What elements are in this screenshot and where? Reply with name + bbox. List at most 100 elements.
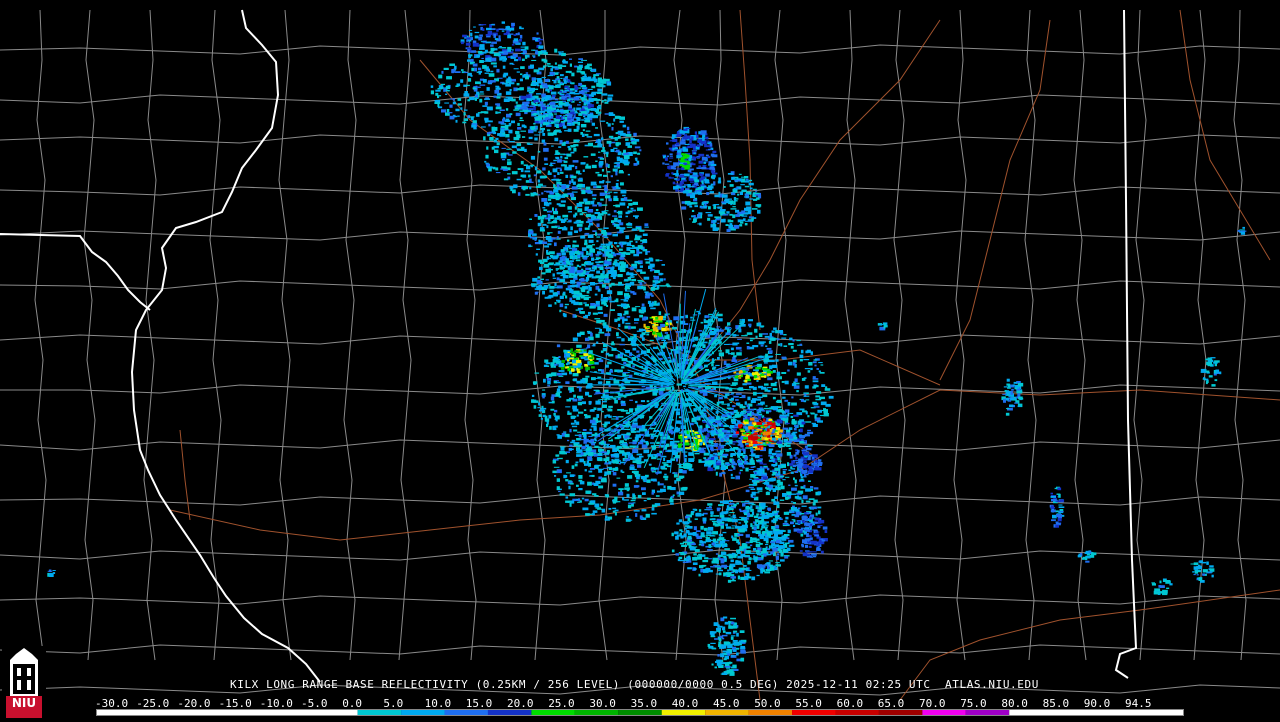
echo-pixel [621, 366, 625, 369]
echo-pixel [572, 181, 576, 185]
echo-pixel [587, 344, 591, 349]
echo-pixel [721, 429, 728, 433]
echo-pixel [661, 467, 667, 470]
echo-pixel [743, 457, 748, 460]
echo-pixel [656, 453, 661, 457]
echo-pixel [771, 459, 775, 461]
echo-pixel [809, 412, 815, 414]
echo-pixel [734, 180, 740, 182]
echo-pixel [641, 280, 645, 283]
echo-pixel [564, 303, 569, 306]
echo-pixel [618, 488, 624, 490]
echo-pixel [598, 369, 602, 372]
echo-pixel [684, 154, 690, 158]
echo-pixel [732, 435, 738, 438]
echo-pixel [528, 233, 531, 238]
echo-pixel [522, 136, 526, 138]
echo-pixel [762, 410, 766, 412]
echo-pixel [723, 418, 727, 422]
echo-pixel [533, 107, 536, 111]
echo-pixel [581, 401, 586, 405]
echo-pixel [550, 162, 553, 167]
echo-pixel [556, 388, 561, 392]
echo-pixel [520, 27, 524, 30]
echo-pixel [698, 165, 702, 168]
echo-pixel [507, 25, 510, 30]
echo-pixel [624, 483, 629, 487]
echo-pixel [625, 211, 629, 215]
echo-pixel [577, 61, 583, 63]
echo-pixel [728, 388, 733, 392]
echo-pixel [584, 414, 588, 417]
echo-pixel [684, 458, 687, 463]
echo-pixel [632, 347, 637, 351]
echo-pixel [444, 102, 450, 104]
echo-pixel [577, 66, 583, 70]
echo-pixel [782, 427, 789, 430]
echo-pixel [571, 465, 575, 469]
echo-pixel [584, 73, 587, 77]
echo-pixel [631, 307, 637, 312]
echo-pixel [628, 502, 634, 504]
echo-pixel [745, 467, 749, 472]
echo-pixel [622, 320, 625, 324]
echo-pixel [630, 142, 635, 144]
echo-pixel [710, 388, 715, 391]
echo-pixel [621, 386, 625, 390]
echo-pixel [548, 194, 553, 198]
echo-pixel [541, 128, 544, 133]
echo-pixel [705, 212, 712, 214]
echo-pixel [662, 318, 666, 321]
echo-pixel [768, 454, 772, 457]
echo-pixel [577, 104, 581, 106]
echo-pixel [468, 29, 473, 31]
echo-pixel [600, 252, 603, 254]
echo-pixel [606, 153, 609, 158]
echo-pixel [707, 217, 711, 221]
echo-pixel [674, 480, 677, 484]
echo-pixel [576, 414, 579, 417]
echo-pixel [547, 210, 553, 213]
echo-pixel [583, 302, 587, 304]
echo-pixel [556, 478, 560, 482]
echo-pixel [604, 184, 607, 189]
echo-pixel [722, 214, 729, 216]
echo-pixel [613, 284, 620, 286]
echo-pixel [590, 214, 595, 217]
echo-pixel [625, 322, 631, 325]
echo-pixel [554, 137, 559, 142]
echo-pixel [561, 185, 567, 189]
echo-pixel [683, 128, 688, 131]
echo-pixel [570, 118, 574, 122]
echo-pixel [561, 255, 566, 260]
echo-pixel [756, 409, 760, 412]
echo-pixel [559, 110, 565, 113]
echo-pixel [632, 460, 639, 463]
echo-pixel [646, 479, 651, 483]
echo-pixel [607, 450, 610, 454]
echo-pixel [729, 213, 733, 216]
echo-pixel [498, 51, 504, 54]
echo-pixel [563, 119, 568, 122]
echo-pixel [676, 478, 681, 482]
echo-pixel [807, 431, 814, 435]
echo-pixel [536, 32, 539, 35]
echo-pixel [524, 106, 528, 110]
echo-pixel [550, 396, 555, 401]
echo-pixel [701, 156, 708, 161]
echo-pixel [556, 299, 561, 302]
echo-pixel [531, 283, 537, 286]
echo-pixel [605, 473, 611, 475]
echo-pixel [745, 541, 750, 544]
echo-pixel [530, 126, 535, 130]
echo-pixel [567, 285, 571, 289]
echo-pixel [747, 319, 753, 322]
echo-pixel [593, 305, 596, 309]
echo-pixel [609, 377, 613, 379]
echo-pixel [579, 213, 584, 216]
echo-pixel [635, 434, 641, 438]
echo-pixel [637, 207, 643, 211]
echo-pixel [652, 392, 658, 396]
echo-pixel [482, 60, 488, 62]
echo-pixel [675, 457, 678, 462]
